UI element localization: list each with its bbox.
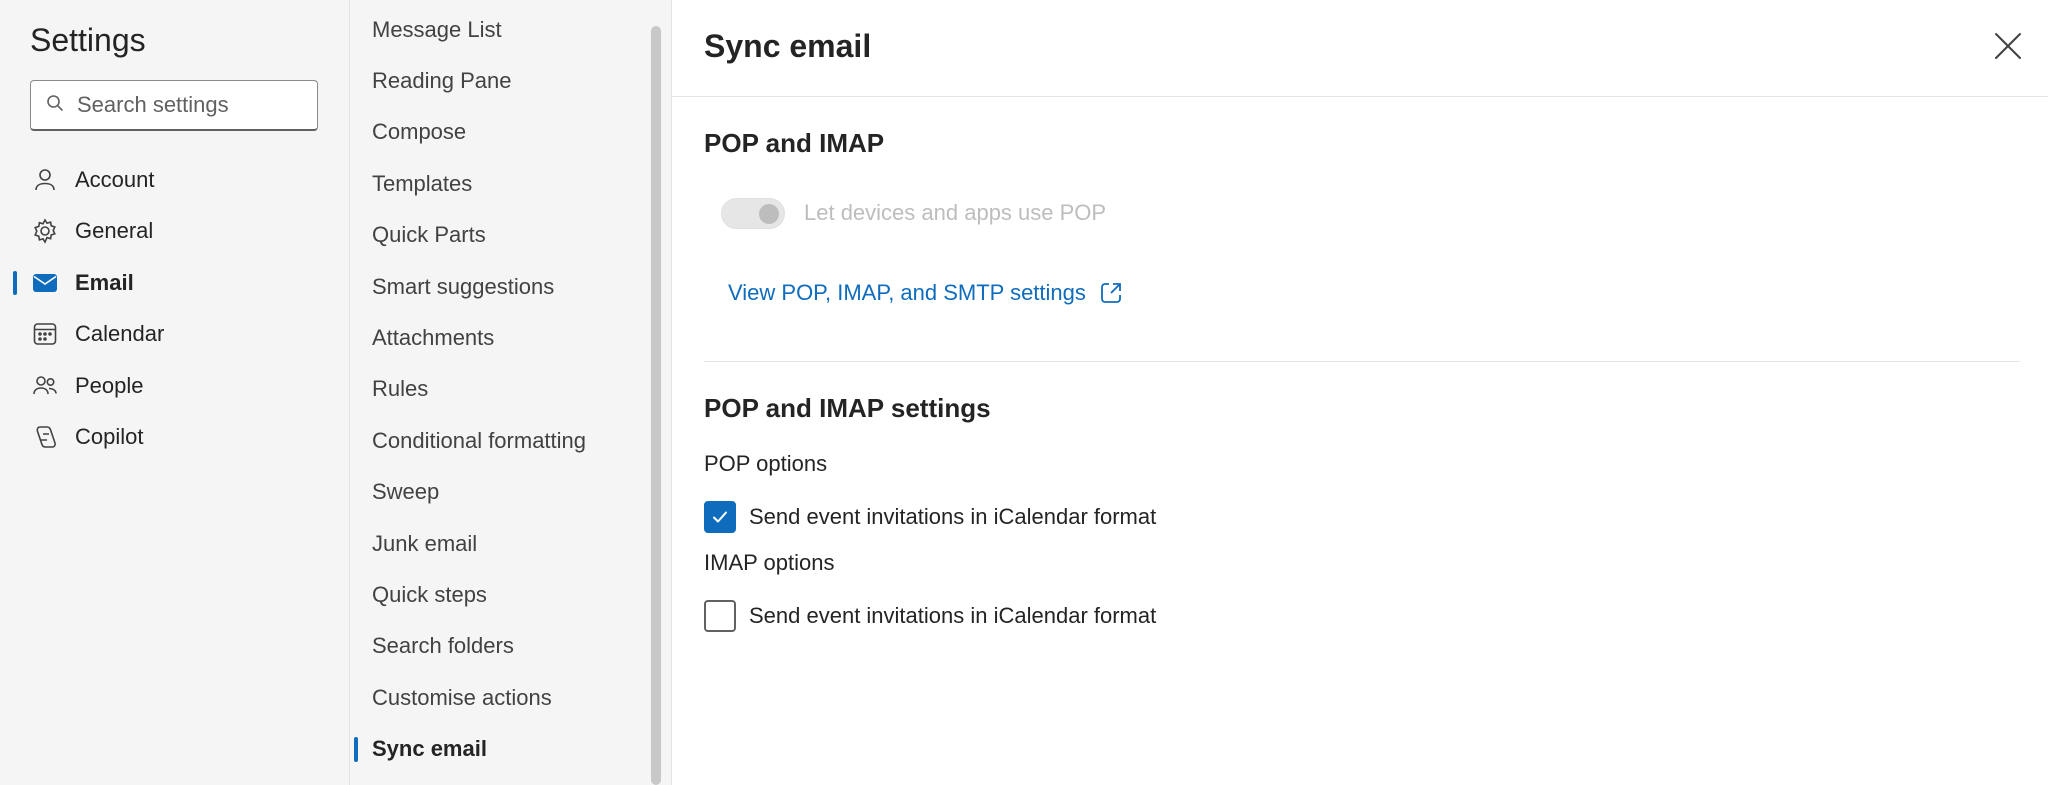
search-input[interactable]: [77, 92, 307, 118]
subnav-item-compose[interactable]: Compose: [350, 107, 650, 158]
settings-categories: Account General Email Calendar People Co…: [0, 154, 349, 463]
page-title: Sync email: [704, 28, 872, 64]
pop-toggle[interactable]: [721, 198, 785, 229]
checkmark-icon: [713, 511, 727, 523]
sidebar-item-label: Calendar: [75, 321, 165, 347]
sidebar-item-label: People: [75, 372, 144, 398]
pop-icalendar-option[interactable]: Send event invitations in iCalendar form…: [704, 501, 1156, 533]
imap-icalendar-label: Send event invitations in iCalendar form…: [749, 603, 1157, 628]
sidebar-item-general[interactable]: General: [0, 206, 349, 258]
sidebar-item-copilot[interactable]: Copilot: [0, 412, 349, 464]
pop-icalendar-checkbox[interactable]: [704, 501, 736, 533]
pop-icalendar-label: Send event invitations in iCalendar form…: [749, 504, 1157, 529]
settings-title: Settings: [30, 22, 146, 58]
subnav-item-sync-email[interactable]: Sync email: [350, 723, 650, 774]
link-label: View POP, IMAP, and SMTP settings: [728, 280, 1086, 305]
sidebar-item-label: Account: [75, 166, 155, 192]
pop-toggle-label: Let devices and apps use POP: [804, 200, 1107, 225]
copilot-icon: [30, 422, 60, 452]
sidebar-item-account[interactable]: Account: [0, 154, 349, 206]
subnav-item-customise-actions[interactable]: Customise actions: [350, 672, 650, 723]
email-subnav-list: Message List Reading Pane Compose Templa…: [350, 4, 650, 775]
imap-icalendar-checkbox[interactable]: [704, 600, 736, 632]
calendar-icon: [30, 319, 60, 349]
subnav-item-attachments[interactable]: Attachments: [350, 312, 650, 363]
subnav-item-conditional-formatting[interactable]: Conditional formatting: [350, 415, 650, 466]
section-divider: [704, 361, 2020, 362]
sidebar-item-people[interactable]: People: [0, 360, 349, 412]
mail-icon: [30, 268, 60, 298]
section-title-pop-imap: POP and IMAP: [704, 128, 885, 158]
person-icon: [30, 165, 60, 195]
search-icon: [45, 93, 65, 118]
subnav-item-quick-parts[interactable]: Quick Parts: [350, 210, 650, 261]
sidebar-item-label: General: [75, 218, 154, 244]
open-external-icon: [1100, 283, 1121, 303]
gear-icon: [30, 216, 60, 246]
search-box[interactable]: [30, 80, 318, 131]
subnav-item-message-list[interactable]: Message List: [350, 4, 650, 55]
email-subnav: Message List Reading Pane Compose Templa…: [350, 0, 672, 785]
close-button[interactable]: [1990, 28, 2026, 64]
sidebar-item-email[interactable]: Email: [0, 257, 349, 309]
pop-options-label: POP options: [704, 451, 828, 476]
people-icon: [30, 371, 60, 401]
imap-icalendar-option[interactable]: Send event invitations in iCalendar form…: [704, 600, 1156, 632]
close-icon: [1995, 33, 2021, 59]
subnav-scrollbar[interactable]: [651, 26, 661, 785]
subnav-item-templates[interactable]: Templates: [350, 158, 650, 209]
imap-options-label: IMAP options: [704, 550, 835, 575]
subnav-item-junk-email[interactable]: Junk email: [350, 518, 650, 569]
sync-email-panel: Sync email POP and IMAP Let devices and …: [672, 0, 2048, 785]
sidebar-item-calendar[interactable]: Calendar: [0, 309, 349, 361]
subnav-item-sweep[interactable]: Sweep: [350, 467, 650, 518]
panel-header: Sync email: [672, 0, 2048, 97]
subnav-item-rules[interactable]: Rules: [350, 364, 650, 415]
toggle-knob: [759, 204, 779, 224]
sidebar-item-label: Copilot: [75, 424, 144, 450]
subnav-item-reading-pane[interactable]: Reading Pane: [350, 55, 650, 106]
settings-sidebar: Settings Account: [0, 0, 350, 785]
section-title-pop-imap-settings: POP and IMAP settings: [704, 393, 991, 423]
sidebar-item-label: Email: [75, 269, 134, 295]
subnav-item-search-folders[interactable]: Search folders: [350, 621, 650, 672]
view-pop-imap-smtp-link[interactable]: View POP, IMAP, and SMTP settings: [728, 280, 1124, 306]
subnav-item-smart-suggestions[interactable]: Smart suggestions: [350, 261, 650, 312]
subnav-item-quick-steps[interactable]: Quick steps: [350, 569, 650, 620]
settings-window: Settings Account: [0, 0, 2048, 785]
